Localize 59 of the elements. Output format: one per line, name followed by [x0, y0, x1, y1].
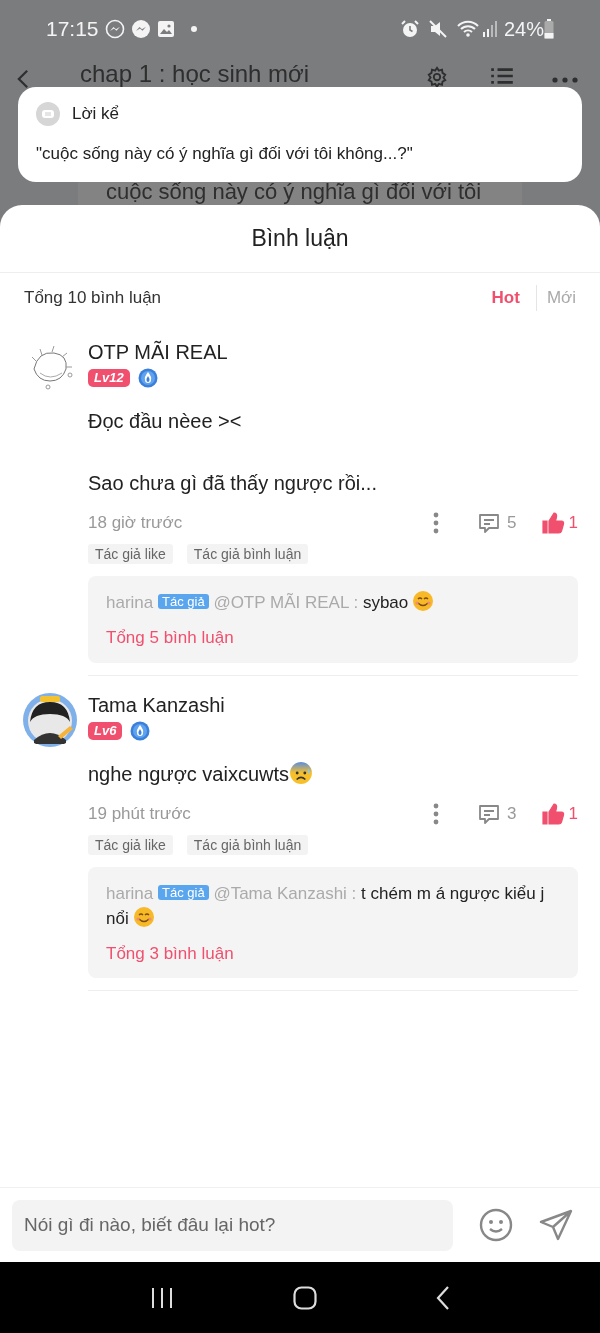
- mute-icon: [427, 19, 448, 39]
- thumbs-up-icon: [540, 801, 565, 826]
- reply-preview[interactable]: harina $^{Tác giả}$ @OTP MÃI REAL : sybao Tổng 5 bình luận: [88, 576, 578, 663]
- comment-text: Đọc đầu nèee ><: [88, 409, 243, 434]
- view-replies-link[interactable]: Tổng 3 bình luận: [106, 940, 560, 966]
- author-tag: Tác giả like: [88, 544, 173, 564]
- level-badge: Lv6: [88, 721, 123, 740]
- narration-text: "cuộc sống này có ý nghĩa gì đối với tôi không...?": [36, 142, 414, 165]
- comment-icon: [477, 511, 502, 535]
- drop-badge-icon: [130, 720, 151, 741]
- chat-bubble-icon: [104, 19, 125, 39]
- author-tag: Tác giả like: [88, 834, 173, 855]
- image-icon: [156, 20, 175, 38]
- back-icon[interactable]: [436, 1284, 451, 1311]
- author-tag: Tác giả bình luận: [186, 834, 309, 855]
- reply-text: harina $^{Tác giả}$ @OTP MÃI REAL : sybao: [106, 590, 560, 615]
- comment-time: 19 phút trước: [88, 802, 191, 825]
- list-icon[interactable]: [490, 67, 514, 85]
- more-icon[interactable]: [552, 77, 578, 83]
- chapter-title: chap 1 : học sinh mới: [80, 62, 310, 86]
- like-button[interactable]: 1: [540, 510, 578, 536]
- more-icon[interactable]: [433, 512, 440, 534]
- drop-badge-icon: [137, 368, 158, 388]
- user-name[interactable]: Tama Kanzashi: [88, 691, 578, 718]
- level-badge: Lv12: [88, 369, 130, 387]
- wifi-icon: [455, 19, 480, 39]
- battery-icon: [544, 19, 554, 39]
- comment-total: Tổng 10 bình luận: [24, 287, 162, 310]
- narration-icon: [36, 101, 60, 126]
- status-time: 17:15: [46, 16, 99, 43]
- send-icon[interactable]: [539, 1208, 573, 1242]
- emoji-icon[interactable]: [479, 1208, 513, 1242]
- recent-apps-icon[interactable]: [149, 1286, 174, 1309]
- home-icon[interactable]: [293, 1285, 317, 1310]
- comment-input[interactable]: Nói gì đi nào, biết đâu lại hot?: [12, 1199, 453, 1251]
- narration-label: Lời kể: [72, 103, 120, 125]
- story-text: cuộc sống này có ý nghĩa gì đối với tôi: [106, 180, 482, 204]
- chat-bubble-icon: [130, 19, 151, 39]
- comment-text: Sao chưa gì đã thấy ngược rồi...: [88, 471, 378, 496]
- sheet-title: Bình luận: [251, 224, 349, 254]
- user-name[interactable]: OTP MÃI REAL: [88, 339, 578, 365]
- battery-percent: 24%: [503, 17, 544, 42]
- reply-count-button[interactable]: 3: [477, 800, 517, 827]
- reply-preview[interactable]: harina $^{Tác giả}$ @Tama Kanzashi : t chém m á ngược kiểu j nổi Tổng 3 bình luận: [88, 866, 578, 978]
- comment-text: nghe ngược vaixcuwts: [88, 760, 578, 787]
- reply-count-button[interactable]: 5: [477, 510, 517, 536]
- settings-icon[interactable]: [426, 66, 448, 88]
- more-icon[interactable]: [433, 802, 440, 825]
- dot-icon: [190, 26, 197, 32]
- like-button[interactable]: 1: [540, 800, 578, 827]
- alarm-icon: [399, 19, 420, 39]
- comment-time: 18 giờ trước: [88, 512, 183, 535]
- signal-icon: [481, 20, 498, 38]
- sort-tab[interactable]: Mới: [535, 285, 576, 311]
- reply-text: harina $^{Tác giả}$ @Tama Kanzashi : t chém m á ngược kiểu j nổi: [106, 882, 546, 930]
- view-replies-link[interactable]: Tổng 5 bình luận: [106, 625, 560, 651]
- thumbs-up-icon: [540, 511, 565, 535]
- author-tag: Tác giả bình luận: [186, 544, 309, 564]
- sort-tab[interactable]: Hot: [491, 285, 520, 311]
